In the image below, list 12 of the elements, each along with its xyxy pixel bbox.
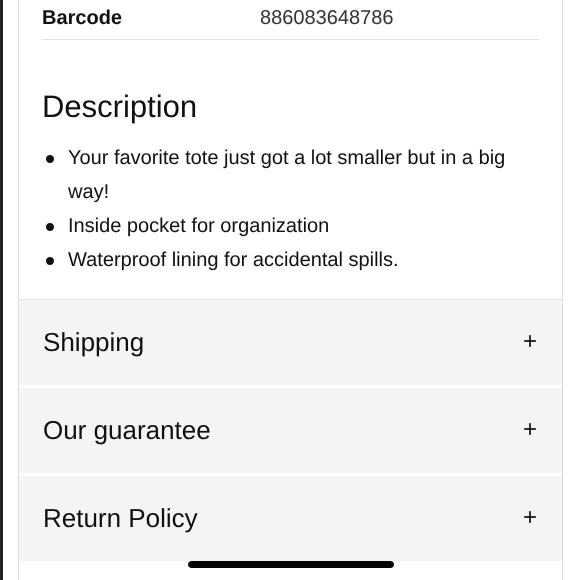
bullet-icon — [46, 222, 54, 230]
bullet-icon — [46, 154, 54, 162]
detail-value: 886083648786 — [260, 6, 394, 30]
bullet-icon — [46, 256, 54, 264]
accordion-header[interactable]: Return Policy + — [19, 476, 562, 560]
bullet-text: Waterproof lining for accidental spills. — [68, 248, 399, 272]
detail-label: Barcode — [42, 6, 124, 30]
accordion-header[interactable]: Our guarantee + — [19, 388, 562, 472]
bullet-text: Your favorite tote just got a lot smaller but in a big way! — [68, 146, 506, 204]
bullet-text: Inside pocket for organization — [68, 214, 330, 238]
accordion-header[interactable]: Shipping + — [19, 300, 562, 384]
section-heading: Description — [42, 88, 198, 126]
